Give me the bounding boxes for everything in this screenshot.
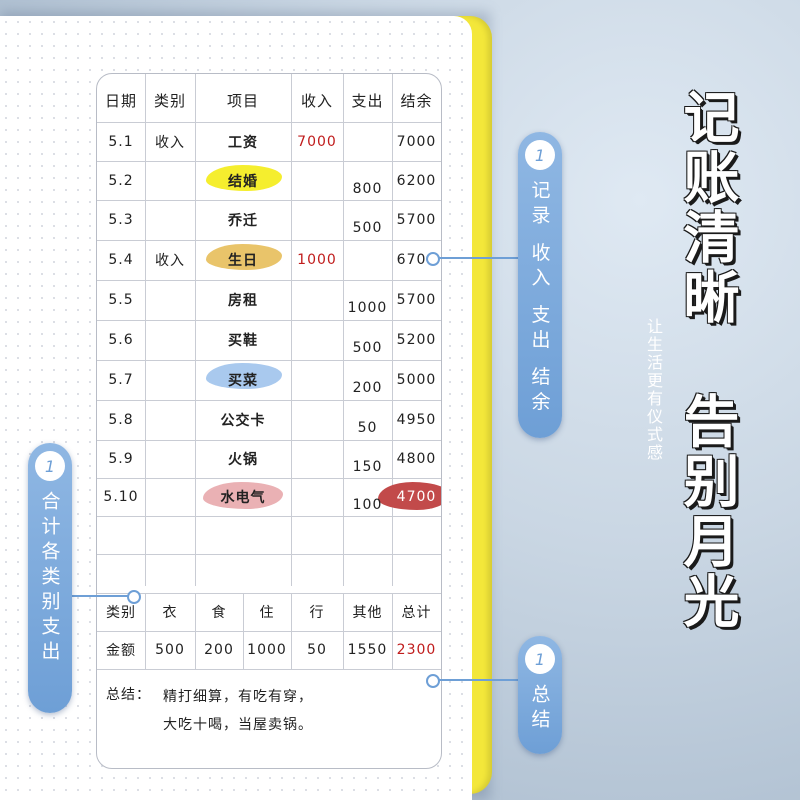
ledger-cell-income <box>291 360 343 400</box>
ledger-cell-income <box>291 200 343 240</box>
ledger-cell-category <box>145 478 195 516</box>
headline-subline: 让生活更有仪式感 <box>644 318 663 462</box>
header-item: 项目 <box>226 91 259 110</box>
ledger-cell-income <box>291 440 343 478</box>
ledger-cell-item: 公交卡 <box>220 413 266 429</box>
connector-summary <box>432 679 524 681</box>
header-balance: 结余 <box>400 91 433 110</box>
totals-value: 1000 <box>247 642 287 658</box>
callout-summary-number: 1 <box>525 644 555 674</box>
ledger-cell-date: 5.4 <box>108 252 134 268</box>
connector-dot-total <box>127 590 141 604</box>
ledger-cell-item: 火锅 <box>228 452 258 468</box>
connector-dot-summary <box>426 674 440 688</box>
ledger-cell-date: 5.10 <box>103 489 139 505</box>
ledger-cell-category <box>145 400 195 440</box>
ledger-cell-item: 生日 <box>228 253 258 269</box>
ledger-cell-item: 房租 <box>228 293 258 309</box>
header-income: 收入 <box>300 91 333 110</box>
ledger-cell-income <box>291 161 343 200</box>
ledger-cell-category <box>145 200 195 240</box>
summary-line-1: 精打细算，有吃有穿， <box>163 689 313 705</box>
callout-summary: 1 总结 <box>518 636 562 754</box>
ledger-cell-income: 1000 <box>297 252 337 268</box>
ledger-cell-date: 5.9 <box>108 451 134 467</box>
ledger-cell-balance: 5000 <box>396 372 437 388</box>
ledger-cell-date: 5.3 <box>108 212 134 228</box>
header-expense: 支出 <box>351 91 384 110</box>
ledger-cell-balance: 5700 <box>396 212 437 228</box>
ledger-cell-category <box>145 320 195 360</box>
ledger-cell-item: 乔迁 <box>228 213 258 229</box>
ledger-cell-income <box>291 280 343 320</box>
ledger-cell-date: 5.5 <box>108 292 134 308</box>
headline-line-2: 告别月光 <box>674 392 739 632</box>
ledger-cell-category <box>145 280 195 320</box>
ledger-cell-balance: 4950 <box>396 412 437 428</box>
ledger-cell-date: 5.6 <box>108 332 134 348</box>
ledger-cell-balance: 5700 <box>396 292 437 308</box>
ledger-cell-balance: 7000 <box>396 133 437 150</box>
ledger-cell-balance: 4800 <box>396 451 437 467</box>
totals-value: 金额 <box>106 643 136 659</box>
totals-header: 总计 <box>401 605 432 621</box>
callout-record-text: 记录 收入 支出 结余 <box>528 180 551 417</box>
ledger-cell-item: 买菜 <box>228 373 258 389</box>
connector-total <box>70 595 132 597</box>
callout-summary-text: 总结 <box>528 684 551 734</box>
ledger-cell-item: 水电气 <box>220 490 266 506</box>
ledger-cell-item: 买鞋 <box>228 333 258 349</box>
grid-line <box>97 554 441 555</box>
ledger-cell-category <box>145 161 195 200</box>
ledger-cell-income <box>291 478 343 516</box>
totals-value: 200 <box>204 642 234 658</box>
callout-total-text: 合计各类别支出 <box>38 491 61 666</box>
callout-total-number: 1 <box>35 451 65 481</box>
headline-line-1: 记账清晰 <box>674 88 739 328</box>
ledger-cell-date: 5.1 <box>108 133 134 150</box>
ledger-cell-expense: 100 <box>352 497 383 513</box>
totals-header: 其他 <box>352 605 383 621</box>
header-category: 类别 <box>153 91 186 110</box>
totals-header: 衣 <box>162 605 178 621</box>
totals-header: 食 <box>211 605 227 621</box>
grid-line <box>97 669 441 670</box>
ledger-cell-income <box>291 320 343 360</box>
totals-header: 行 <box>309 605 325 621</box>
ledger-cell-category <box>145 440 195 478</box>
connector-record <box>432 257 524 259</box>
totals-value: 2300 <box>396 642 437 658</box>
connector-dot-record <box>426 252 440 266</box>
summary-line-2: 大吃十喝，当屋卖锅。 <box>163 717 313 733</box>
ledger-cell-date: 5.7 <box>108 372 134 388</box>
ledger-sheet: 日期 类别 项目 收入 支出 结余 5.1 收入 工资 7000 7000 5.2 结婚 80… <box>96 73 442 769</box>
callout-record-number: 1 <box>525 140 555 170</box>
totals-value: 50 <box>307 642 327 658</box>
callout-total: 1 合计各类别支出 <box>28 443 72 713</box>
ledger-cell-date: 5.2 <box>108 172 134 189</box>
ledger-cell-balance: 6200 <box>396 172 437 189</box>
ledger-cell-item: 结婚 <box>228 173 258 190</box>
callout-record: 1 记录 收入 支出 结余 <box>518 132 562 438</box>
ledger-cell-date: 5.8 <box>108 412 134 428</box>
ledger-cell-income <box>291 400 343 440</box>
summary-label: 总结： <box>106 687 151 703</box>
ledger-cell-balance: 4700 <box>396 489 437 505</box>
totals-value: 1550 <box>347 642 388 658</box>
ledger-cell-category: 收入 <box>155 134 185 151</box>
ledger-cell-item: 工资 <box>228 134 258 151</box>
ledger-cell-balance: 5200 <box>396 332 437 348</box>
ledger-cell-income: 7000 <box>297 133 337 150</box>
ledger-cell-category: 收入 <box>155 253 185 269</box>
totals-header: 住 <box>259 605 275 621</box>
ledger-cell-category <box>145 360 195 400</box>
header-date: 日期 <box>104 91 137 110</box>
totals-value: 500 <box>155 642 185 658</box>
